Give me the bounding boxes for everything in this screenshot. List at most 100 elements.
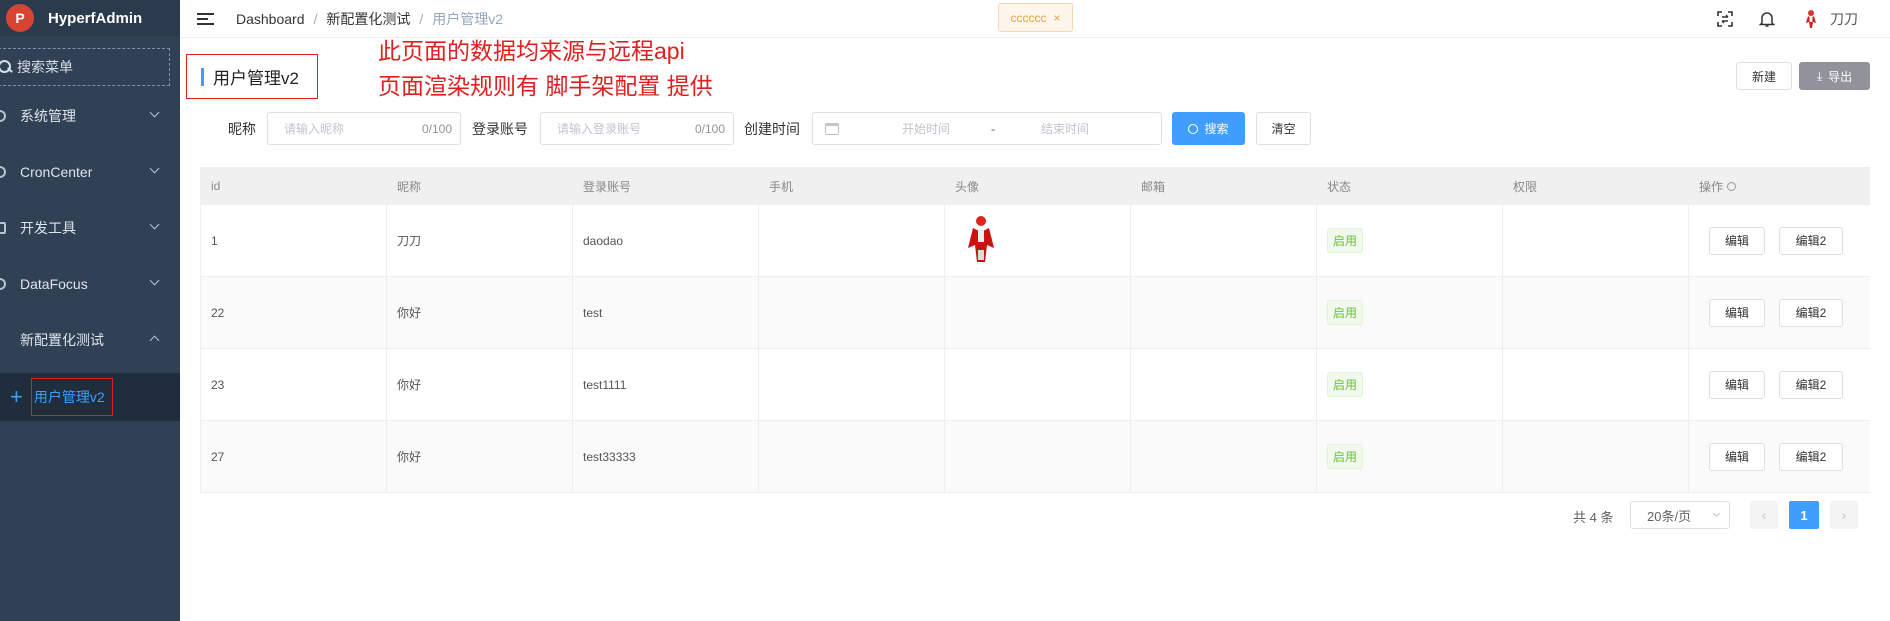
breadcrumb-item-current: 用户管理v2 — [432, 10, 504, 27]
chart-icon — [0, 278, 6, 290]
cell-id: 23 — [201, 349, 387, 420]
column-header[interactable]: 邮箱 — [1131, 168, 1317, 204]
sidebar-item-label: 开发工具 — [20, 220, 76, 236]
chevron-down-icon — [149, 163, 160, 174]
edit2-button[interactable]: 编辑2 — [1779, 370, 1843, 399]
clear-button[interactable]: 清空 — [1256, 112, 1311, 145]
account-label: 登录账号 — [472, 121, 528, 137]
table-header: id 昵称 登录账号 手机 头像 邮箱 状态 权限 操作 — [200, 167, 1870, 205]
cell-id: 1 — [201, 205, 387, 276]
bell-icon[interactable] — [1758, 10, 1776, 28]
sidebar-item-system[interactable]: 系统管理 — [0, 96, 180, 136]
gear-icon[interactable] — [1727, 181, 1737, 191]
column-header[interactable]: 头像 — [945, 168, 1131, 204]
sidebar-item-config-test[interactable]: 新配置化测试 — [0, 320, 180, 360]
cell-email — [1131, 349, 1317, 420]
breadcrumb-item-config-test[interactable]: 新配置化测试 — [326, 9, 410, 29]
top-right-tools: 刀刀 — [1716, 0, 1890, 38]
edit-button[interactable]: 编辑 — [1709, 226, 1765, 255]
cell-email — [1131, 421, 1317, 492]
cell-status: 启用 — [1317, 421, 1503, 492]
status-badge: 启用 — [1327, 228, 1364, 253]
breadcrumb-item-dashboard[interactable]: Dashboard — [236, 11, 305, 27]
export-button[interactable]: ⤓ 导出 — [1799, 62, 1870, 90]
cell-account: test33333 — [573, 421, 759, 492]
date-range-picker[interactable]: 开始时间 - 结束时间 — [812, 112, 1162, 145]
sidebar-item-label: 系统管理 — [20, 108, 76, 124]
status-badge: 启用 — [1327, 372, 1364, 397]
sidebar-subitem-label: 用户管理v2 — [30, 378, 113, 416]
user-table: id 昵称 登录账号 手机 头像 邮箱 状态 权限 操作 1 刀刀 daodao 启用… — [200, 167, 1870, 493]
nickname-input[interactable]: 请输入昵称 0/100 — [267, 112, 461, 145]
next-page-button[interactable]: › — [1830, 501, 1858, 529]
page-size-select[interactable]: 20条/页 — [1630, 501, 1730, 529]
cell-phone — [759, 277, 945, 348]
cell-id: 22 — [201, 277, 387, 348]
cell-account: daodao — [573, 205, 759, 276]
cell-avatar — [945, 277, 1131, 348]
menu-search-placeholder: 搜索菜单 — [17, 59, 73, 75]
page-number-button[interactable]: 1 — [1789, 501, 1819, 529]
cell-permission — [1503, 349, 1689, 420]
fullscreen-icon[interactable] — [1716, 10, 1734, 28]
char-counter: 0/100 — [694, 121, 725, 136]
column-header[interactable]: 权限 — [1503, 168, 1689, 204]
cell-phone — [759, 349, 945, 420]
table-row: 1 刀刀 daodao 启用 编辑 编辑2 — [200, 205, 1870, 277]
user-avatar[interactable] — [1800, 8, 1822, 30]
edit2-button[interactable]: 编辑2 — [1779, 442, 1843, 471]
column-header[interactable]: 手机 — [759, 168, 945, 204]
close-icon[interactable]: × — [1053, 11, 1060, 25]
column-header-actions[interactable]: 操作 — [1689, 168, 1869, 204]
start-time-input[interactable]: 开始时间 — [881, 120, 971, 137]
cell-nickname: 你好 — [387, 277, 573, 348]
cell-phone — [759, 421, 945, 492]
cell-id: 27 — [201, 421, 387, 492]
status-badge: 启用 — [1327, 444, 1364, 469]
sidebar-subitem-user-manage-v2[interactable]: + 用户管理v2 — [0, 373, 180, 421]
column-header[interactable]: id — [201, 168, 387, 204]
char-counter: 0/100 — [421, 121, 452, 136]
column-header[interactable]: 状态 — [1317, 168, 1503, 204]
cell-permission — [1503, 421, 1689, 492]
search-icon — [0, 59, 13, 75]
cell-email — [1131, 277, 1317, 348]
sidebar: P HyperfAdmin 搜索菜单 系统管理 CronCenter 开发工具 … — [0, 0, 180, 621]
menu-toggle-icon[interactable] — [197, 12, 214, 25]
brand[interactable]: P HyperfAdmin — [0, 0, 180, 36]
table-row: 23 你好 test1111 启用 编辑 编辑2 — [200, 349, 1870, 421]
cell-account: test — [573, 277, 759, 348]
edit-button[interactable]: 编辑 — [1709, 298, 1765, 327]
sidebar-item-devtools[interactable]: 开发工具 — [0, 208, 180, 248]
sidebar-item-croncenter[interactable]: CronCenter — [0, 152, 180, 192]
sidebar-item-datafocus[interactable]: DataFocus — [0, 264, 180, 304]
search-icon — [1188, 123, 1199, 134]
edit-button[interactable]: 编辑 — [1709, 442, 1765, 471]
cell-avatar — [945, 421, 1131, 492]
prev-page-button[interactable]: ‹ — [1750, 501, 1778, 529]
topbar: Dashboard / 新配置化测试 / 用户管理v2 cccccc × 刀刀 — [180, 0, 1890, 38]
end-time-input[interactable]: 结束时间 — [1015, 120, 1115, 137]
tag-label: cccccc — [1010, 10, 1047, 25]
annotation-text: 页面渲染规则有 脚手架配置 提供 — [378, 73, 713, 99]
username[interactable]: 刀刀 — [1830, 9, 1858, 29]
tag-view[interactable]: cccccc × — [998, 3, 1073, 32]
clock-icon — [0, 166, 6, 178]
edit-button[interactable]: 编辑 — [1709, 370, 1765, 399]
page-title: 用户管理v2 — [186, 54, 318, 99]
edit2-button[interactable]: 编辑2 — [1779, 298, 1843, 327]
breadcrumb: Dashboard / 新配置化测试 / 用户管理v2 — [236, 9, 504, 29]
avatar-image — [963, 214, 999, 267]
column-header[interactable]: 昵称 — [387, 168, 573, 204]
cell-nickname: 刀刀 — [387, 205, 573, 276]
cell-permission — [1503, 277, 1689, 348]
folder-icon — [0, 334, 6, 346]
menu-search-input[interactable]: 搜索菜单 — [0, 48, 170, 86]
account-input[interactable]: 请输入登录账号 0/100 — [540, 112, 734, 145]
search-button[interactable]: 搜索 — [1172, 112, 1245, 145]
column-header[interactable]: 登录账号 — [573, 168, 759, 204]
edit2-button[interactable]: 编辑2 — [1779, 226, 1843, 255]
chevron-down-icon — [149, 219, 160, 230]
cell-phone — [759, 205, 945, 276]
new-button[interactable]: 新建 — [1736, 62, 1792, 90]
